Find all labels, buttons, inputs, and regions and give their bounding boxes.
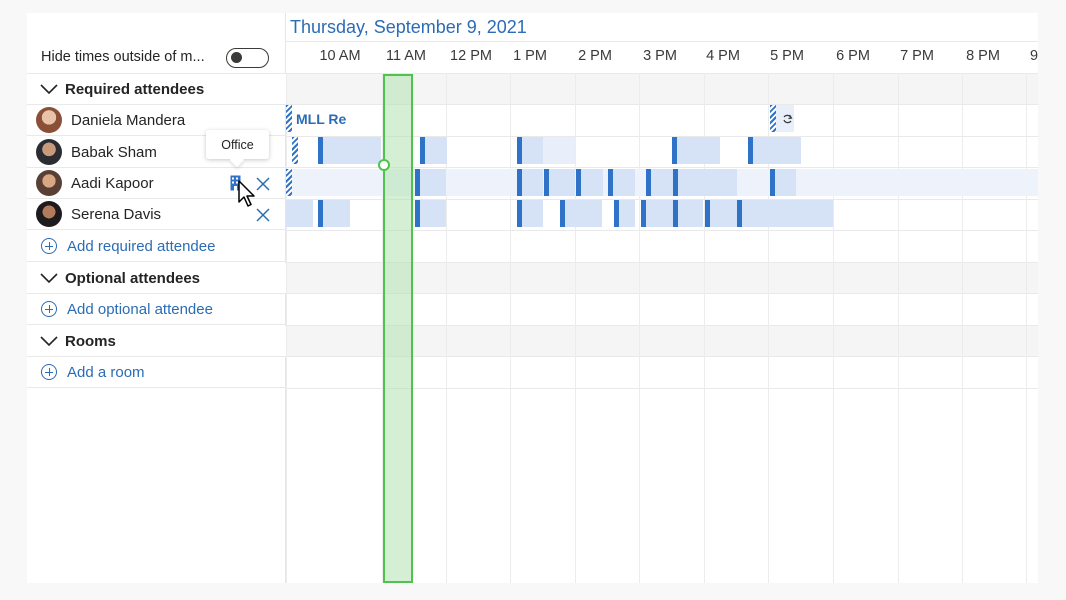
attendee-name: Serena Davis bbox=[71, 205, 162, 223]
busy-block[interactable] bbox=[748, 137, 801, 164]
busy-block[interactable] bbox=[646, 169, 673, 196]
scheduling-assistant-panel: Hide times outside of m... Required atte… bbox=[27, 13, 1038, 583]
remove-attendee-icon[interactable] bbox=[256, 208, 270, 222]
busy-block[interactable] bbox=[517, 169, 543, 196]
selection-drag-handle[interactable] bbox=[378, 159, 390, 171]
chevron-down-icon bbox=[40, 336, 58, 347]
tooltip-text: Office bbox=[221, 137, 254, 152]
office-tooltip: Office bbox=[206, 130, 269, 159]
busy-block[interactable] bbox=[576, 169, 603, 196]
add-room-button[interactable]: Add a room bbox=[27, 357, 286, 388]
hour-label: 6 PM bbox=[836, 48, 870, 64]
hide-times-row: Hide times outside of m... bbox=[27, 41, 286, 74]
date-header: Thursday, September 9, 2021 bbox=[290, 17, 527, 37]
tentative-block bbox=[286, 169, 292, 196]
busy-block[interactable] bbox=[614, 200, 635, 227]
chevron-down-icon bbox=[40, 84, 58, 95]
toggle-knob bbox=[231, 52, 242, 63]
busy-block[interactable] bbox=[737, 200, 833, 227]
busy-block[interactable] bbox=[286, 200, 313, 227]
hour-label: 12 PM bbox=[450, 48, 492, 64]
grid-line bbox=[286, 41, 1038, 42]
attendee-name: Daniela Mandera bbox=[71, 111, 186, 129]
hour-gridline bbox=[575, 73, 576, 583]
required-attendees-label: Required attendees bbox=[65, 80, 205, 98]
hour-gridline bbox=[962, 73, 963, 583]
rooms-header[interactable]: Rooms bbox=[27, 326, 286, 357]
avatar bbox=[36, 170, 62, 196]
hour-label: 1 PM bbox=[513, 48, 547, 64]
recurring-icon bbox=[783, 114, 793, 124]
hour-label: 10 AM bbox=[319, 48, 361, 64]
rooms-label: Rooms bbox=[65, 332, 116, 350]
hour-gridline bbox=[1026, 73, 1027, 583]
hide-times-label: Hide times outside of m... bbox=[41, 49, 205, 65]
timeline-grid: Thursday, September 9, 2021 10 AM 11 AM 12… bbox=[286, 13, 1038, 583]
busy-block[interactable] bbox=[420, 137, 447, 164]
event-title[interactable]: MLL Re bbox=[296, 111, 346, 127]
add-circle-icon bbox=[41, 301, 57, 317]
avatar bbox=[36, 139, 62, 165]
busy-block[interactable] bbox=[705, 200, 737, 227]
attendee-row[interactable]: Aadi Kapoor bbox=[27, 168, 286, 207]
avatar bbox=[36, 107, 62, 133]
add-room-label: Add a room bbox=[67, 363, 145, 381]
hour-label: 4 PM bbox=[706, 48, 740, 64]
add-required-attendee-button[interactable]: Add required attendee bbox=[27, 231, 286, 262]
hour-gridline bbox=[898, 73, 899, 583]
hour-label: 9 bbox=[1029, 48, 1038, 64]
busy-block[interactable] bbox=[517, 200, 543, 227]
hour-label: 7 PM bbox=[900, 48, 934, 64]
busy-block[interactable] bbox=[318, 200, 350, 227]
add-required-attendee-label: Add required attendee bbox=[67, 237, 216, 255]
busy-block[interactable] bbox=[673, 200, 703, 227]
add-optional-attendee-button[interactable]: Add optional attendee bbox=[27, 294, 286, 325]
required-attendees-header[interactable]: Required attendees bbox=[27, 74, 286, 105]
remove-attendee-icon[interactable] bbox=[256, 177, 270, 191]
hour-gridline bbox=[639, 73, 640, 583]
add-circle-icon bbox=[41, 238, 57, 254]
attendee-list: Hide times outside of m... Required atte… bbox=[27, 13, 286, 583]
hour-label: 3 PM bbox=[643, 48, 677, 64]
busy-block[interactable] bbox=[415, 169, 446, 196]
attendee-row[interactable]: Serena Davis bbox=[27, 199, 286, 230]
add-circle-icon bbox=[41, 364, 57, 380]
tentative-block bbox=[286, 105, 292, 132]
hour-label: 5 PM bbox=[770, 48, 804, 64]
busy-block[interactable] bbox=[517, 137, 543, 164]
chevron-down-icon bbox=[40, 273, 58, 284]
busy-block[interactable] bbox=[770, 169, 796, 196]
busy-block[interactable] bbox=[318, 137, 381, 164]
optional-attendees-label: Optional attendees bbox=[65, 269, 201, 287]
hour-label: 2 PM bbox=[578, 48, 612, 64]
attendee-name: Aadi Kapoor bbox=[71, 174, 154, 192]
hour-gridline bbox=[510, 73, 511, 583]
busy-block[interactable] bbox=[543, 137, 575, 164]
optional-attendees-header[interactable]: Optional attendees bbox=[27, 263, 286, 294]
busy-block[interactable] bbox=[672, 137, 720, 164]
selected-time-slot[interactable] bbox=[383, 74, 413, 583]
attendee-name: Babak Sham bbox=[71, 143, 157, 161]
hour-gridline bbox=[833, 73, 834, 583]
tentative-block bbox=[292, 137, 298, 164]
busy-block[interactable] bbox=[608, 169, 635, 196]
hour-gridline bbox=[286, 73, 287, 583]
busy-block[interactable] bbox=[560, 200, 602, 227]
busy-block[interactable] bbox=[415, 200, 446, 227]
add-optional-attendee-label: Add optional attendee bbox=[67, 300, 213, 318]
hour-label: 11 AM bbox=[385, 48, 427, 64]
hide-times-toggle[interactable] bbox=[226, 48, 269, 68]
busy-block[interactable] bbox=[544, 169, 575, 196]
busy-block[interactable] bbox=[641, 200, 673, 227]
avatar bbox=[36, 201, 62, 227]
busy-block[interactable] bbox=[673, 169, 737, 196]
